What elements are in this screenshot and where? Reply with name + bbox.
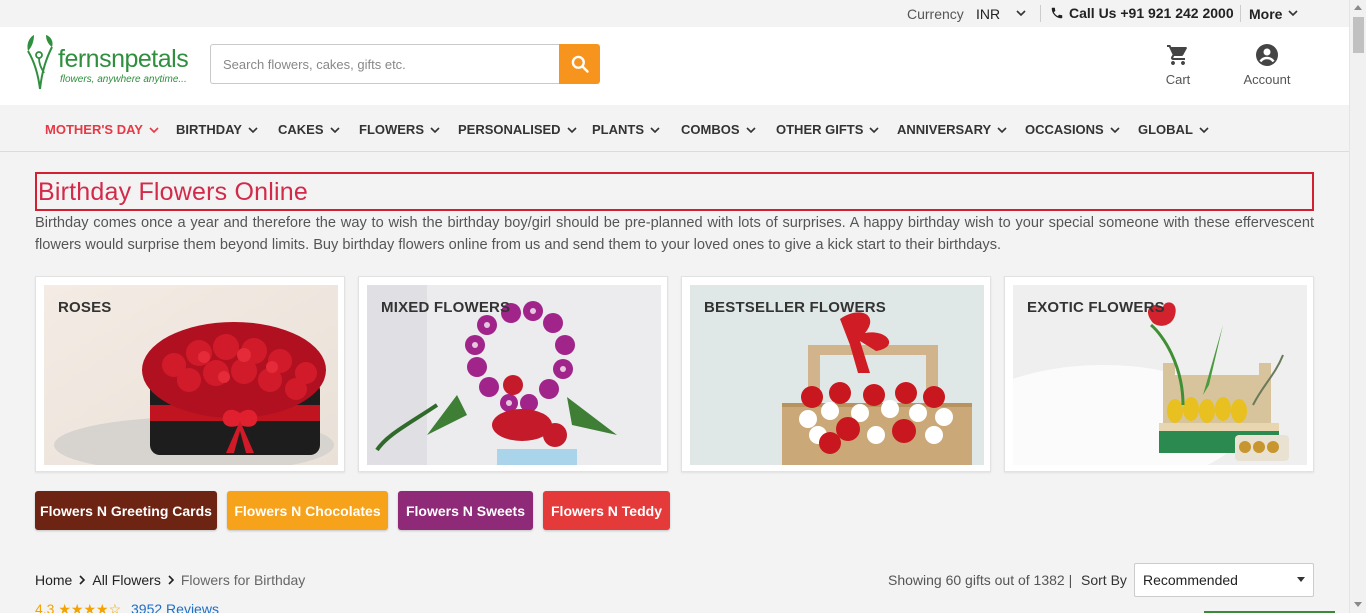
currency-label: Currency [907,6,964,22]
category-card-exotic-flowers[interactable]: EXOTIC FLOWERS [1004,276,1314,472]
nav-item-cakes[interactable]: CAKES [278,122,340,137]
chevron-down-icon [329,126,340,133]
chip-flowers-n-greeting-cards[interactable]: Flowers N Greeting Cards [35,491,217,530]
page-description: Birthday comes once a year and therefore… [35,215,1314,253]
phone-icon [1051,7,1063,19]
main-nav: MOTHER'S DAY BIRTHDAY CAKES FLOWERS PERS… [0,105,1349,152]
chevron-down-icon [1199,126,1209,133]
category-label: BESTSELLER FLOWERS [704,299,886,316]
nav-item-birthday[interactable]: BIRTHDAY [176,122,258,137]
chevron-down-icon [149,126,159,133]
nav-item-label: PERSONALISED [458,122,561,137]
sort-select-value: Recommended [1143,572,1238,588]
chevron-down-icon [869,126,879,133]
nav-item-personalised[interactable]: PERSONALISED [458,122,577,137]
more-menu[interactable]: More [1249,6,1282,22]
rating-summary: 4.3 ★★★★☆ 3952 Reviews [35,601,219,613]
star-rating-icon: ★★★★☆ [58,601,122,613]
breadcrumb-all-flowers[interactable]: All Flowers [92,572,160,588]
nav-item-label: CAKES [278,122,324,137]
site-logo[interactable]: fernsnpetals flowers, anywhere anytime..… [24,31,194,91]
chip-flowers-n-teddy[interactable]: Flowers N Teddy [543,491,670,530]
chevron-down-icon [650,126,660,133]
nav-item-occasions[interactable]: OCCASIONS [1025,122,1120,137]
category-label: EXOTIC FLOWERS [1027,299,1165,316]
search-input[interactable] [210,44,559,84]
scrollbar-thumb[interactable] [1353,17,1364,53]
cart-button[interactable]: Cart [1160,43,1196,87]
chevron-down-icon [430,126,440,133]
cart-label: Cart [1165,72,1191,87]
page-title-box: Birthday Flowers Online [35,172,1314,211]
page-title: Birthday Flowers Online [38,178,308,206]
account-icon [1256,44,1278,66]
nav-item-label: BIRTHDAY [176,122,242,137]
category-card-roses[interactable]: ROSES [35,276,345,472]
chevron-down-icon [997,126,1007,133]
chevron-down-icon [567,126,577,133]
search-icon [571,55,589,73]
nav-item-label: ANNIVERSARY [897,122,992,137]
chevron-down-icon [745,126,756,133]
nav-item-label: PLANTS [592,122,644,137]
chevron-down-icon[interactable] [1015,6,1027,20]
nav-item-combos[interactable]: COMBOS [681,122,756,137]
page-scrollbar[interactable] [1349,0,1366,613]
nav-item-label: OCCASIONS [1025,122,1104,137]
leaf-logo-icon [27,35,53,90]
breadcrumb-current: Flowers for Birthday [180,572,306,588]
category-label: ROSES [58,299,112,316]
account-button[interactable]: Account [1240,43,1294,87]
nav-item-plants[interactable]: PLANTS [592,122,660,137]
top-utility-bar: Currency INR Call Us +91 921 242 2000 Mo… [0,0,1349,27]
logo-tagline: flowers, anywhere anytime... [60,74,187,85]
account-label: Account [1243,72,1291,87]
search-button[interactable] [559,44,600,84]
chevron-down-icon [248,126,258,133]
cart-icon [1167,45,1187,65]
nav-item-other-gifts[interactable]: OTHER GIFTS [776,122,879,137]
nav-item-label: MOTHER'S DAY [45,122,143,137]
rating-value: 4.3 [35,601,55,613]
chevron-down-icon [1110,126,1120,133]
currency-select[interactable]: INR [976,6,1000,22]
breadcrumb-home[interactable]: Home [35,572,72,588]
chevron-right-icon [79,575,86,585]
call-us-link[interactable]: Call Us +91 921 242 2000 [1069,5,1234,21]
chevron-down-icon[interactable] [1287,6,1299,20]
site-header: fernsnpetals flowers, anywhere anytime..… [0,27,1349,105]
category-label: MIXED FLOWERS [381,299,511,316]
chip-flowers-n-sweets[interactable]: Flowers N Sweets [398,491,533,530]
divider [1040,5,1041,22]
logo-wordmark: fernsnpetals [58,45,189,73]
scroll-down-icon[interactable] [1354,602,1362,607]
nav-item-label: OTHER GIFTS [776,122,864,137]
breadcrumb: Home All Flowers Flowers for Birthday [35,572,305,588]
nav-item-flowers[interactable]: FLOWERS [359,122,440,137]
sort-select[interactable]: Recommended [1134,563,1314,597]
nav-item-label: FLOWERS [359,122,424,137]
results-count: Showing 60 gifts out of 1382 | [888,572,1073,588]
scroll-up-icon[interactable] [1354,5,1362,10]
reviews-link[interactable]: 3952 Reviews [131,601,219,613]
nav-item-global[interactable]: GLOBAL [1138,122,1209,137]
nav-item-mothers-day[interactable]: MOTHER'S DAY [45,122,159,137]
nav-item-label: COMBOS [681,122,740,137]
category-card-bestseller-flowers[interactable]: BESTSELLER FLOWERS [681,276,991,472]
sort-by-label: Sort By [1081,572,1127,588]
divider [1240,5,1241,22]
chevron-right-icon [168,575,174,585]
category-card-mixed-flowers[interactable]: MIXED FLOWERS [358,276,668,472]
chip-flowers-n-chocolates[interactable]: Flowers N Chocolates [227,491,388,530]
nav-item-anniversary[interactable]: ANNIVERSARY [897,122,1007,137]
caret-down-icon [1297,577,1305,582]
nav-item-label: GLOBAL [1138,122,1193,137]
